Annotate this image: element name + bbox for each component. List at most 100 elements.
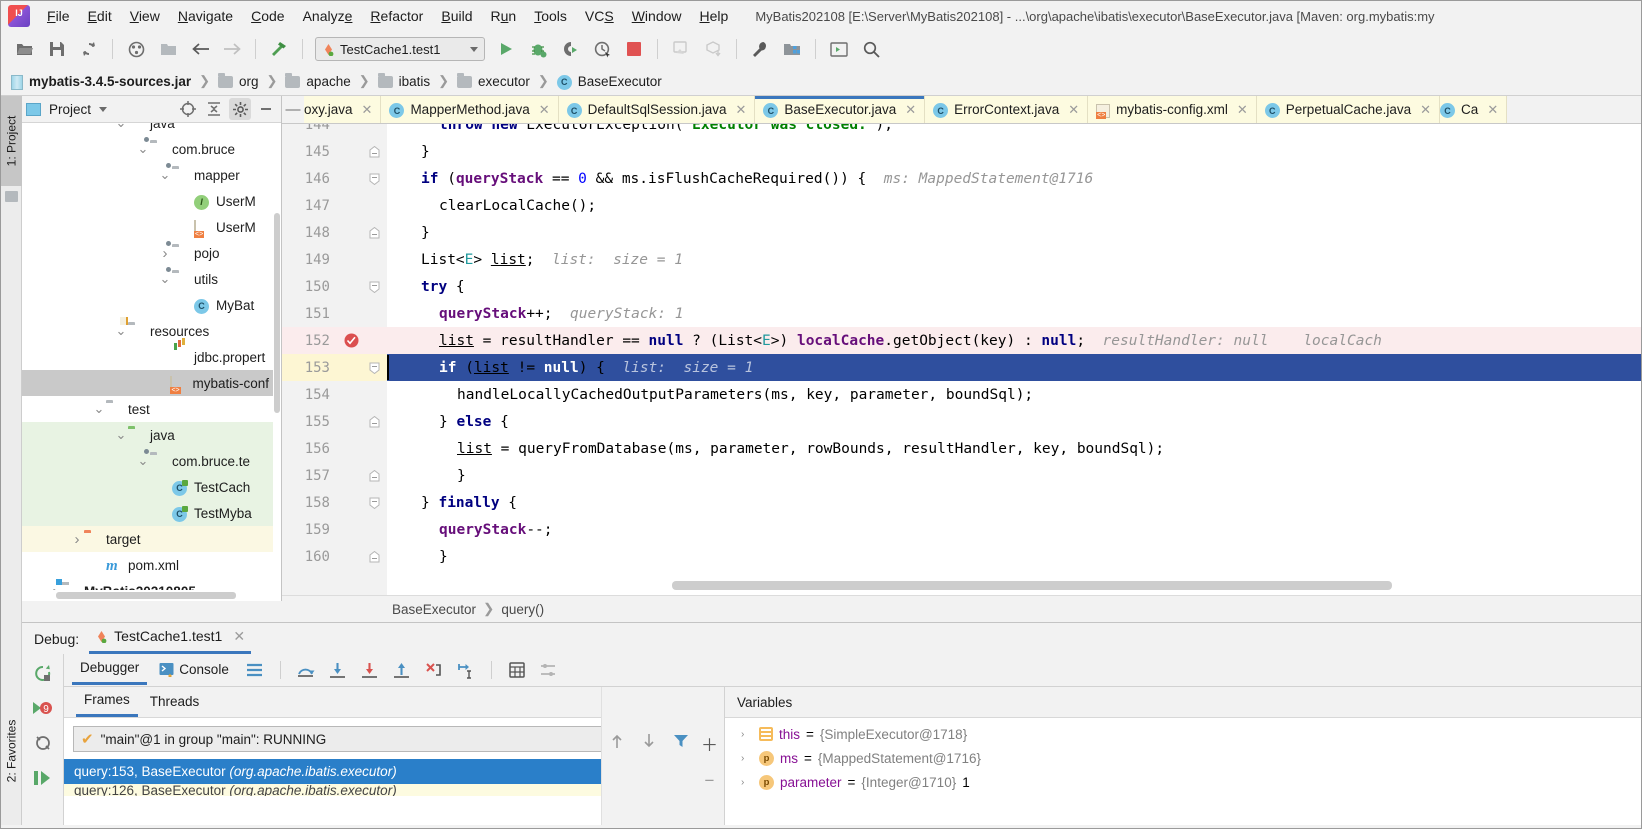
- structure-icon[interactable]: [5, 191, 18, 202]
- step-out-icon[interactable]: [389, 658, 415, 682]
- close-icon[interactable]: ✕: [1068, 102, 1079, 118]
- code-line-149[interactable]: 149 List<E> list; list: size = 1: [282, 246, 1641, 273]
- tree-node-testcach[interactable]: C TestCach: [22, 474, 273, 500]
- editor-crumb-class[interactable]: BaseExecutor: [392, 602, 476, 617]
- frame-row[interactable]: query:126, BaseExecutor (org.apache.ibat…: [64, 784, 694, 796]
- tree-expand-arrow[interactable]: ⌄: [158, 271, 172, 287]
- expand-arrow-icon[interactable]: ›: [741, 753, 753, 764]
- code-lines[interactable]: 144 throw new ExecutorException("Executor…: [282, 124, 1641, 595]
- tab-frames[interactable]: Frames: [76, 687, 138, 717]
- tree-expand-arrow[interactable]: ⌄: [114, 123, 128, 131]
- project-structure-icon[interactable]: [779, 36, 805, 62]
- tree-expand-arrow[interactable]: ⌄: [92, 401, 106, 417]
- code-fold-marker[interactable]: [362, 497, 387, 509]
- step-over-icon[interactable]: [293, 658, 319, 682]
- add-watch-icon[interactable]: ＋: [697, 731, 723, 755]
- menu-file[interactable]: File: [38, 5, 79, 27]
- close-icon[interactable]: ✕: [233, 628, 245, 645]
- expand-arrow-icon[interactable]: ›: [741, 729, 753, 740]
- menu-window[interactable]: Window: [623, 5, 691, 27]
- tree-node-com-bruce-te[interactable]: ⌄ com.bruce.te: [22, 448, 273, 474]
- tree-node-pojo[interactable]: › pojo: [22, 240, 273, 266]
- code-line-155[interactable]: 155} else {: [282, 408, 1641, 435]
- collapse-all-icon[interactable]: [203, 98, 225, 120]
- folder-icon[interactable]: [155, 36, 181, 62]
- project-vertical-scrollbar[interactable]: [273, 123, 281, 590]
- editor-tab-bar[interactable]: — oxy.java ✕ C MapperMethod.java ✕ C DefaultSq…: [282, 96, 1641, 124]
- resume-program-icon[interactable]: 9: [30, 696, 56, 720]
- sync-icon[interactable]: [76, 36, 102, 62]
- tree-node-utils[interactable]: ⌄ utils: [22, 266, 273, 292]
- rerun-icon[interactable]: [30, 661, 56, 685]
- editor-tab-mappermethod-java[interactable]: C MapperMethod.java ✕: [381, 96, 559, 123]
- tree-node-userm[interactable]: UserM: [22, 214, 273, 240]
- breadcrumb-item-class[interactable]: C BaseExecutor: [556, 74, 662, 90]
- tree-node-java[interactable]: ⌄ java: [22, 422, 273, 448]
- back-arrow-icon[interactable]: [187, 36, 213, 62]
- hide-panel-icon[interactable]: [255, 98, 277, 120]
- editor-tab-mybatis-config-xml[interactable]: mybatis-config.xml ✕: [1088, 96, 1257, 123]
- tree-expand-arrow[interactable]: ⌄: [158, 167, 172, 183]
- force-step-into-icon[interactable]: [357, 658, 383, 682]
- step-into-icon[interactable]: [325, 658, 351, 682]
- code-line-147[interactable]: 147 clearLocalCache();: [282, 192, 1641, 219]
- code-line-150[interactable]: 150 try {: [282, 273, 1641, 300]
- remove-watch-icon[interactable]: −: [697, 769, 723, 793]
- editor-tab-perpetualcache-java[interactable]: C PerpetualCache.java ✕: [1256, 96, 1441, 123]
- tab-debugger[interactable]: Debugger: [72, 655, 148, 685]
- code-line-151[interactable]: 151 queryStack++; queryStack: 1: [282, 300, 1641, 327]
- code-fold-marker[interactable]: [362, 226, 387, 239]
- breakpoint-marker[interactable]: [340, 333, 362, 348]
- down-arrow-icon[interactable]: [636, 729, 662, 753]
- tree-node-testmyba[interactable]: C TestMyba: [22, 500, 273, 526]
- profile-icon[interactable]: [589, 36, 615, 62]
- code-line-157[interactable]: 157}: [282, 462, 1641, 489]
- vcs-update-icon[interactable]: [123, 36, 149, 62]
- tab-threads[interactable]: Threads: [142, 689, 208, 716]
- menu-view[interactable]: View: [121, 5, 169, 27]
- code-fold-marker[interactable]: [362, 173, 387, 185]
- breadcrumb-item-org[interactable]: org: [218, 73, 259, 89]
- scroll-from-source-icon[interactable]: [177, 98, 199, 120]
- tree-node-mybatis20210805[interactable]: ›MyBatis20210805: [22, 578, 273, 591]
- code-fold-marker[interactable]: [362, 362, 387, 374]
- menu-vcs[interactable]: VCS: [576, 5, 623, 27]
- filter-icon[interactable]: [668, 729, 694, 753]
- close-icon[interactable]: ✕: [736, 102, 747, 118]
- tree-node-test[interactable]: ⌄ test: [22, 396, 273, 422]
- settings-icon[interactable]: [536, 658, 562, 682]
- breadcrumb-item-ibatis[interactable]: ibatis: [377, 73, 430, 89]
- code-line-145[interactable]: 145}: [282, 138, 1641, 165]
- menu-edit[interactable]: Edit: [79, 5, 121, 27]
- run-configuration-selector[interactable]: TestCache1.test1: [315, 37, 485, 61]
- code-line-156[interactable]: 156 list = queryFromDatabase(ms, paramete…: [282, 435, 1641, 462]
- up-arrow-icon[interactable]: [604, 729, 630, 753]
- mute-breakpoints-icon[interactable]: [30, 731, 56, 755]
- menu-help[interactable]: Help: [691, 5, 738, 27]
- variables-list[interactable]: › this = {SimpleExecutor@1718} › p ms = {MappedS…: [725, 718, 1641, 794]
- code-line-144[interactable]: 144 throw new ExecutorException("Executor…: [282, 124, 1641, 138]
- tree-node-userm[interactable]: I UserM: [22, 188, 273, 214]
- variable-row[interactable]: › p parameter = {Integer@1710} 1: [725, 770, 1641, 794]
- editor-horizontal-scrollbar[interactable]: [672, 581, 1392, 590]
- expand-arrow-icon[interactable]: ›: [741, 777, 753, 788]
- close-icon[interactable]: ✕: [1420, 102, 1431, 118]
- code-line-159[interactable]: 159 queryStack--;: [282, 516, 1641, 543]
- tree-node-target[interactable]: › target: [22, 526, 273, 552]
- chevron-down-icon[interactable]: [99, 106, 108, 112]
- tree-node-mapper[interactable]: ⌄ mapper: [22, 162, 273, 188]
- code-line-154[interactable]: 154 handleLocallyCachedOutputParameters(m…: [282, 381, 1641, 408]
- menu-refactor[interactable]: Refactor: [361, 5, 432, 27]
- menu-code[interactable]: Code: [242, 5, 293, 27]
- code-line-152[interactable]: 152 list = resultHandler == null ? (List<…: [282, 327, 1641, 354]
- menu-tools[interactable]: Tools: [525, 5, 576, 27]
- breadcrumb-item-jar[interactable]: mybatis-3.4.5-sources.jar: [11, 74, 191, 90]
- tree-node-java[interactable]: ⌄ java: [22, 123, 273, 136]
- settings-wrench-icon[interactable]: [747, 36, 773, 62]
- project-tree[interactable]: ⌄java⌄com.bruce⌄mapperIUserMUserM›pojo⌄u…: [22, 123, 273, 590]
- editor-tab-defaultsqlsession-java[interactable]: C DefaultSqlSession.java ✕: [558, 96, 756, 123]
- search-everywhere-icon[interactable]: [858, 36, 884, 62]
- close-icon[interactable]: ✕: [1237, 102, 1248, 118]
- variable-row[interactable]: › this = {SimpleExecutor@1718}: [725, 722, 1641, 746]
- editor-tab-oxy-java[interactable]: oxy.java ✕: [304, 96, 382, 123]
